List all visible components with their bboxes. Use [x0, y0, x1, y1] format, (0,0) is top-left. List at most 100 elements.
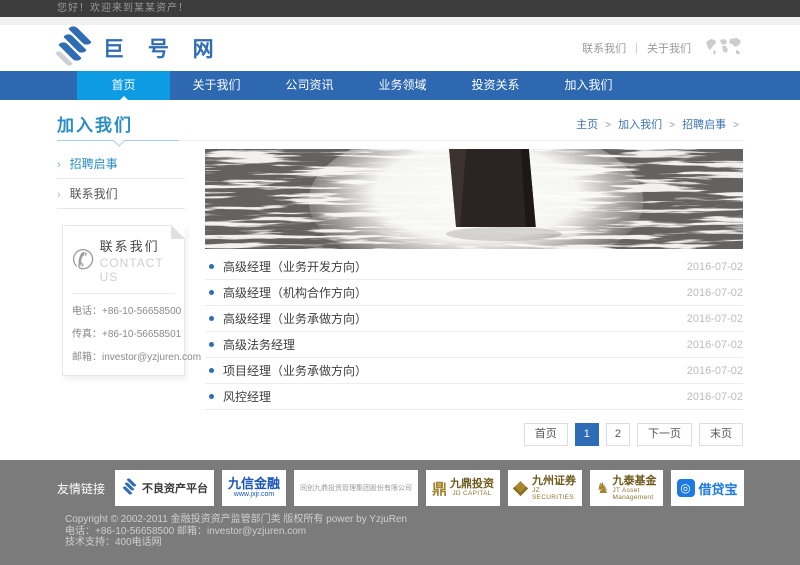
job-date: 2016-07-02 — [687, 287, 743, 299]
contact-email-row: 邮箱：investor@yzjuren.com — [72, 348, 175, 363]
contact-card-subtitle: CONTACT US — [100, 256, 175, 284]
partner-tongchuang-jiuding[interactable]: 同创九鼎投资管理集团股份有限公司 — [294, 470, 418, 506]
contact-phone-row: 电话：+86-10-56658500 — [72, 302, 175, 317]
fax-label: 传真： — [72, 329, 102, 340]
breadcrumb-recruit[interactable]: 招聘启事 — [682, 119, 726, 131]
phone-label: 电话： — [72, 306, 102, 317]
sidebar-item-label: 联系我们 — [70, 187, 118, 201]
breadcrumb-separator: > — [605, 120, 611, 131]
partner-jxjr[interactable]: 九信金融 www.jxjr.com — [222, 470, 286, 506]
top-greeting-bar: 您好！欢迎来到某某资产！ — [0, 0, 800, 17]
folded-corner-icon — [171, 225, 185, 239]
gold-emblem-icon — [432, 478, 450, 499]
site-logo[interactable]: 巨 号 网 — [57, 29, 223, 67]
partner-jz-securities[interactable]: 九州证券 JZ SECURITIES — [508, 470, 582, 506]
job-row[interactable]: 风控经理 2016-07-02 — [205, 384, 743, 410]
gold-horse-icon — [596, 479, 612, 498]
title-row: 加入我们 主页 > 加入我们 > 招聘启事 > — [57, 110, 743, 141]
chevron-right-icon: › — [57, 189, 61, 201]
sidebar-item-recruit[interactable]: › 招聘启事 — [57, 149, 185, 179]
nav-item-home[interactable]: 首页 — [77, 71, 170, 100]
site-footer: 友情链接 不良资产平台 九信金融 www.jxjr.com 同创九鼎投资管理集团… — [0, 460, 800, 565]
contact-card-divider — [72, 293, 175, 294]
pagination: 首页 1 2 下一页 末页 — [205, 423, 743, 446]
nav-item-news[interactable]: 公司资讯 — [263, 71, 356, 100]
job-date: 2016-07-02 — [687, 261, 743, 273]
partner-sub: JZ SECURITIES — [532, 487, 576, 501]
logo-text: 巨 号 网 — [103, 33, 223, 63]
nav-item-about[interactable]: 关于我们 — [170, 71, 263, 100]
job-date: 2016-07-02 — [687, 365, 743, 377]
breadcrumb: 主页 > 加入我们 > 招聘启事 > — [576, 116, 743, 132]
job-title: 高级经理（业务承做方向） — [223, 310, 687, 327]
copyright-block: Copyright © 2002-2011 金融投资资产监管部门类 版权所有 p… — [65, 514, 743, 549]
header-contact-link[interactable]: 联系我们 — [582, 40, 626, 56]
contact-fax-row: 传真：+86-10-56658501 — [72, 325, 175, 340]
contact-card: ✆ 联系我们 CONTACT US 电话：+86-10-56658500 传真：… — [62, 225, 185, 376]
partner-sub: JD CAPITAL — [452, 490, 491, 497]
recruitment-banner-image — [205, 149, 743, 249]
partner-links-row: 友情链接 不良资产平台 九信金融 www.jxjr.com 同创九鼎投资管理集团… — [57, 460, 743, 506]
nav-item-business[interactable]: 业务领域 — [356, 71, 449, 100]
logo-stripes-icon — [57, 29, 99, 67]
nav-item-investor[interactable]: 投资关系 — [449, 71, 542, 100]
job-row[interactable]: 高级经理（机构合作方向） 2016-07-02 — [205, 280, 743, 306]
sidebar-item-label: 招聘启事 — [70, 157, 118, 171]
partner-jt-fund[interactable]: 九泰基金 JT Asset Management — [590, 470, 662, 506]
primary-column: 高级经理（业务开发方向） 2016-07-02 高级经理（机构合作方向） 201… — [205, 149, 743, 446]
breadcrumb-join[interactable]: 加入我们 — [618, 119, 662, 131]
email-value: investor@yzjuren.com — [102, 352, 201, 363]
partner-jd-capital[interactable]: 九鼎投资 JD CAPITAL — [426, 470, 500, 506]
bullet-icon — [209, 316, 214, 321]
bullet-icon — [209, 394, 214, 399]
pagination-first-button[interactable]: 首页 — [524, 423, 568, 446]
partner-jiedaibao[interactable]: 借贷宝 — [671, 470, 744, 506]
nav-item-join[interactable]: 加入我们 — [542, 71, 635, 100]
copyright-line-1: Copyright © 2002-2011 金融投资资产监管部门类 版权所有 p… — [65, 514, 743, 526]
pagination-page-2[interactable]: 2 — [606, 423, 630, 446]
job-row[interactable]: 高级法务经理 2016-07-02 — [205, 332, 743, 358]
job-title: 风控经理 — [223, 388, 687, 405]
fax-value: +86-10-56658501 — [102, 329, 181, 340]
title-chevron-icon — [113, 135, 124, 146]
pagination-last-button[interactable]: 末页 — [699, 423, 743, 446]
job-title: 高级经理（机构合作方向） — [223, 284, 687, 301]
chevron-right-icon: › — [57, 159, 61, 171]
job-row[interactable]: 高级经理（业务承做方向） 2016-07-02 — [205, 306, 743, 332]
page-title: 加入我们 — [57, 111, 133, 136]
breadcrumb-home[interactable]: 主页 — [576, 119, 598, 131]
job-list: 高级经理（业务开发方向） 2016-07-02 高级经理（机构合作方向） 201… — [205, 254, 743, 410]
job-row[interactable]: 高级经理（业务开发方向） 2016-07-02 — [205, 254, 743, 280]
partner-name: 九鼎投资 — [450, 478, 494, 490]
bullet-icon — [209, 368, 214, 373]
job-date: 2016-07-02 — [687, 313, 743, 325]
job-title: 项目经理（业务承做方向） — [223, 362, 687, 379]
sidebar: › 招聘启事 › 联系我们 ✆ 联系我们 CONTACT US 电话：+86-10-… — [57, 149, 185, 446]
greeting-text: 您好！欢迎来到某某资产！ — [57, 3, 189, 14]
breadcrumb-separator: > — [733, 120, 739, 131]
pagination-page-1[interactable]: 1 — [575, 423, 599, 446]
email-label: 邮箱： — [72, 352, 102, 363]
partner-sub: JT Asset Management — [613, 487, 657, 501]
sidebar-item-contact[interactable]: › 联系我们 — [57, 179, 185, 209]
bullet-icon — [209, 342, 214, 347]
bullet-icon — [209, 264, 214, 269]
partner-bad-assets[interactable]: 不良资产平台 — [115, 470, 214, 506]
partner-name: 九信金融 — [228, 477, 280, 491]
job-title: 高级法务经理 — [223, 336, 687, 353]
header-about-link[interactable]: 关于我们 — [647, 40, 691, 56]
job-date: 2016-07-02 — [687, 391, 743, 403]
partner-sub: www.jxjr.com — [234, 491, 274, 499]
gold-cube-icon — [513, 480, 528, 495]
job-row[interactable]: 项目经理（业务承做方向） 2016-07-02 — [205, 358, 743, 384]
pagination-next-button[interactable]: 下一页 — [637, 423, 692, 446]
main-content: 加入我们 主页 > 加入我们 > 招聘启事 > ›招聘启事 ›联系我们 ✆ — [57, 110, 743, 446]
contact-card-title: 联系我们 — [100, 236, 175, 255]
friendly-links-label: 友情链接 — [57, 480, 105, 497]
header-divider-strip — [0, 17, 800, 25]
partner-name: 借贷宝 — [699, 479, 738, 498]
job-date: 2016-07-02 — [687, 339, 743, 351]
job-title: 高级经理（业务开发方向） — [223, 258, 687, 275]
jiedaibao-app-icon — [677, 479, 695, 497]
copyright-line-2: 电话：+86-10-56658500 邮箱：investor@yzjuren.c… — [65, 526, 743, 538]
